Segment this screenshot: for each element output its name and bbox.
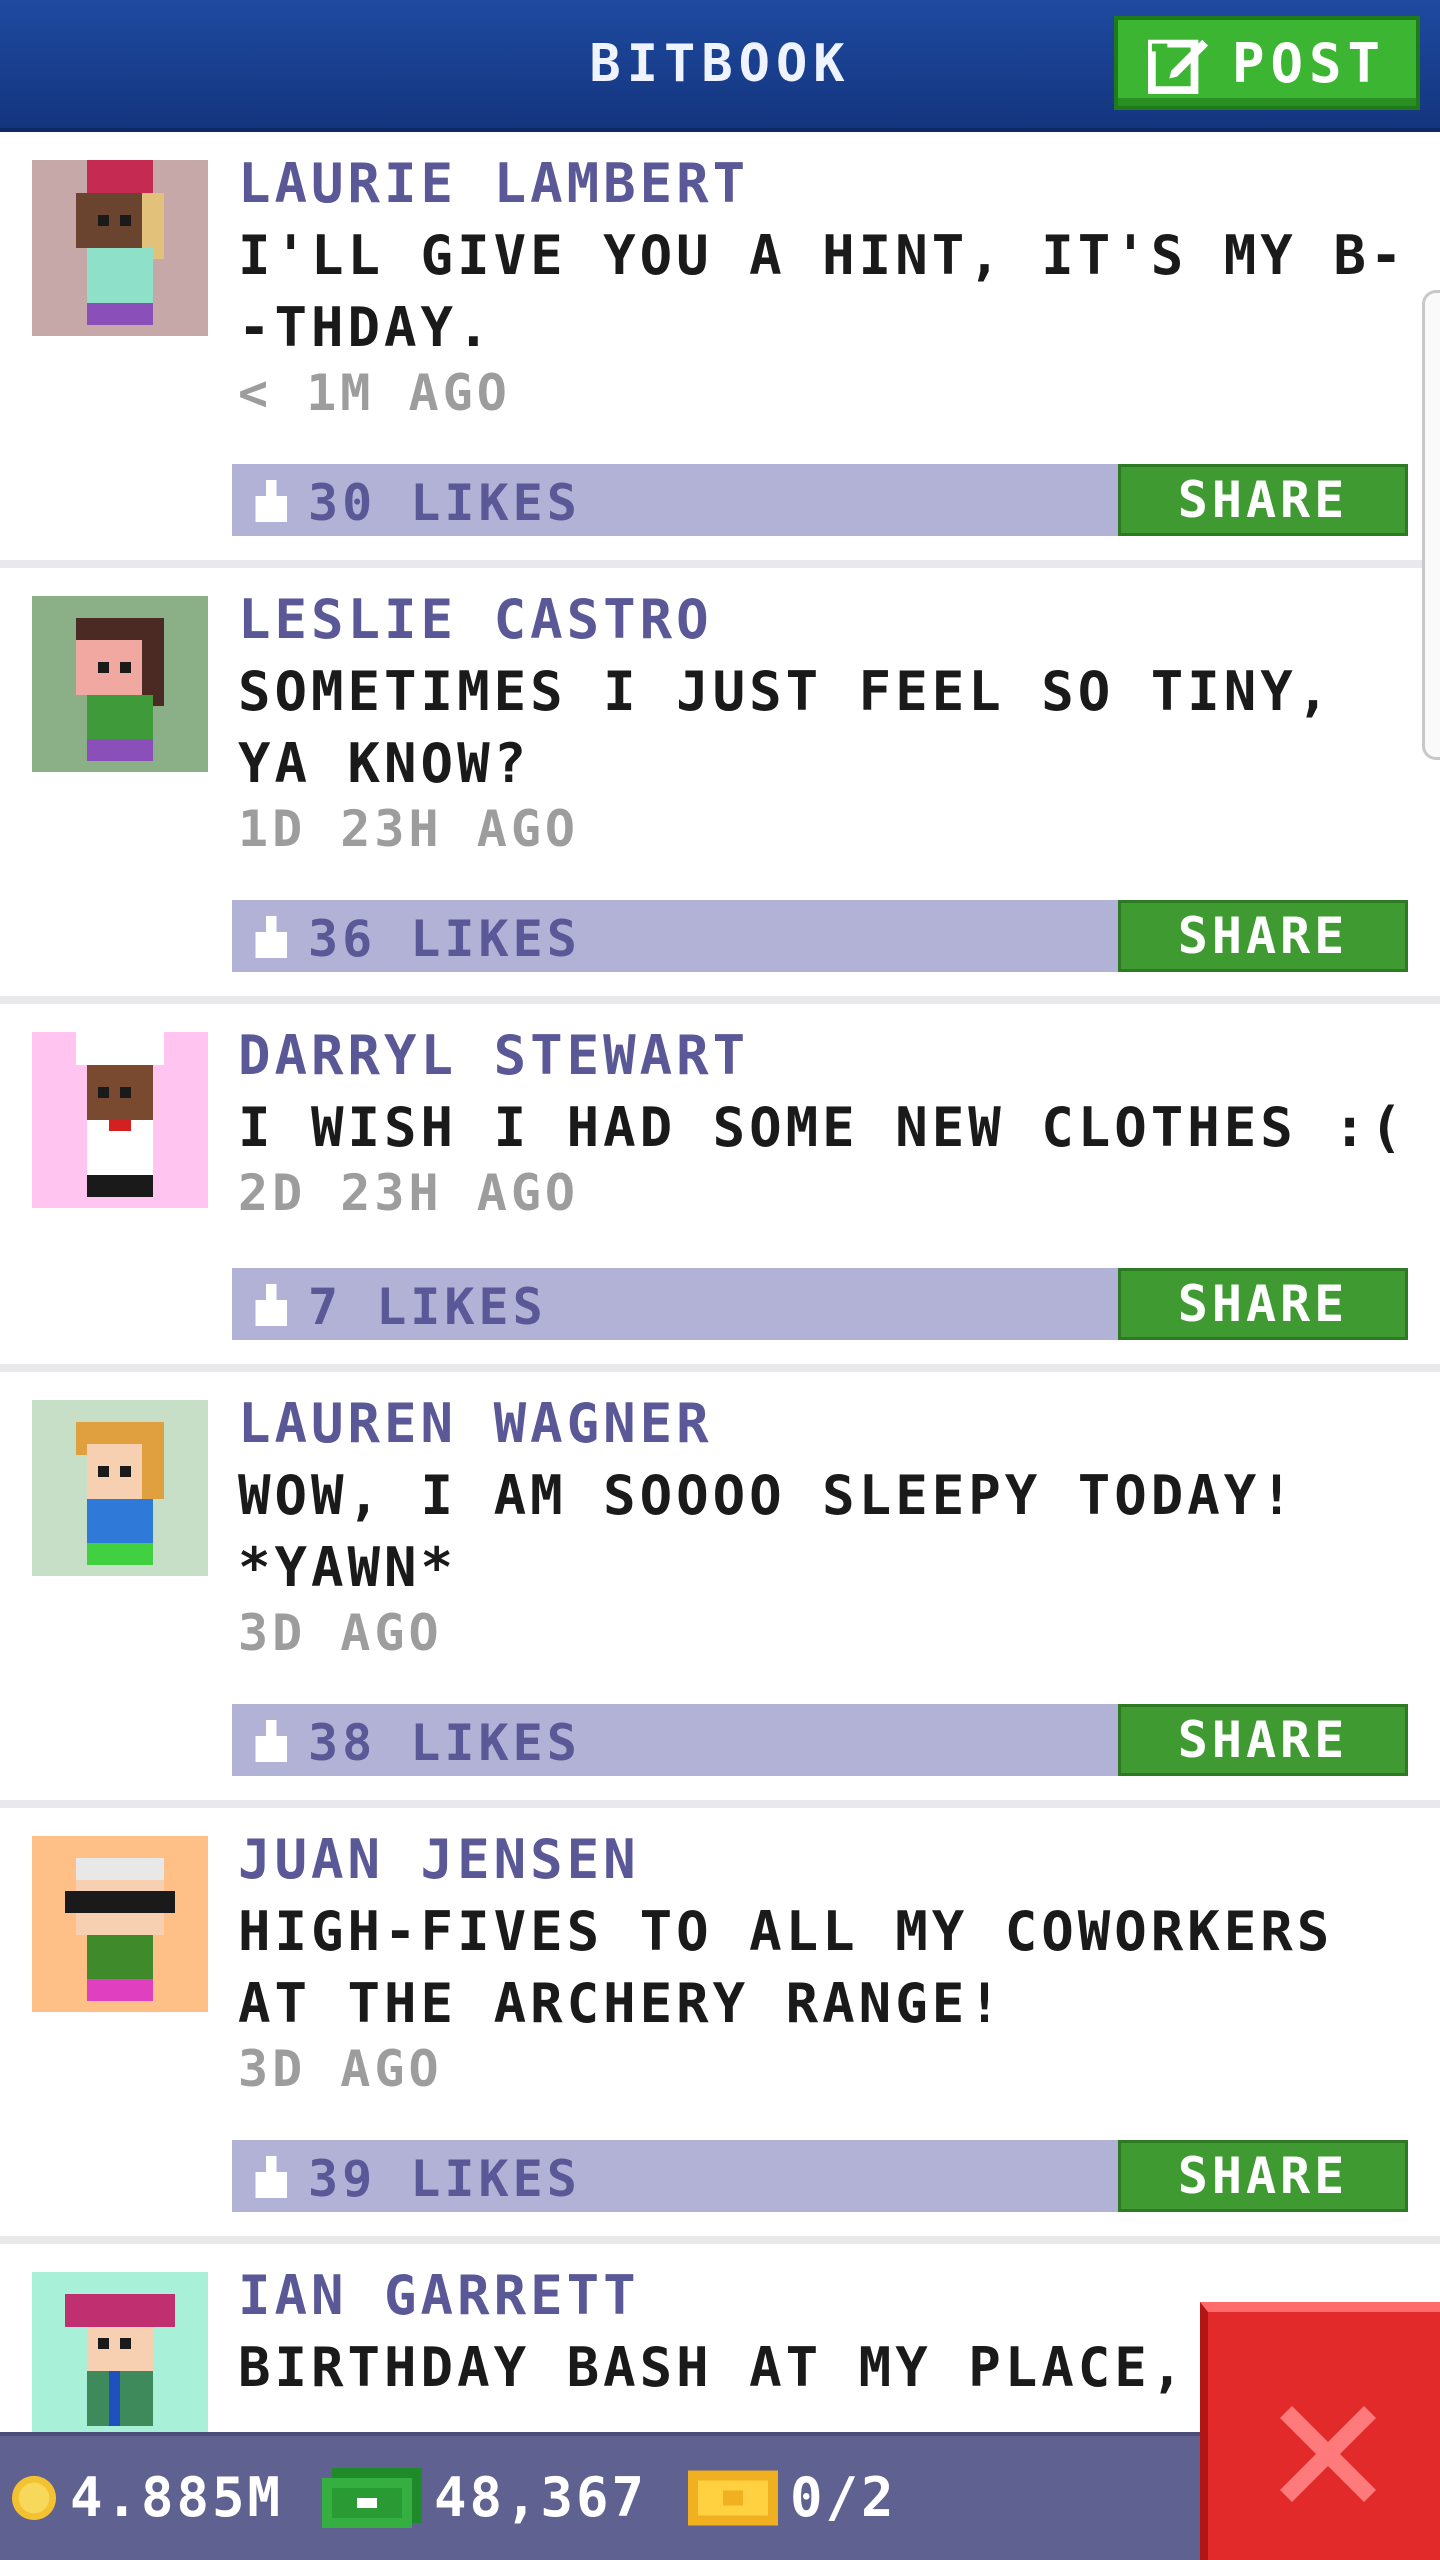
- like-bar[interactable]: 38 LIKES SHARE: [232, 1704, 1408, 1776]
- post-author[interactable]: DARRYL STEWART: [238, 1024, 749, 1087]
- coins-value: 4.885M: [70, 2466, 284, 2529]
- avatar: [32, 1032, 208, 1208]
- close-button[interactable]: [1200, 2302, 1440, 2560]
- top-bar: BITBOOK POST: [0, 0, 1440, 132]
- share-button[interactable]: SHARE: [1118, 1704, 1408, 1776]
- share-button[interactable]: SHARE: [1118, 900, 1408, 972]
- feed-post: JUAN JENSEN HIGH-FIVES TO ALL MY COWORKE…: [0, 1808, 1440, 2244]
- bux-stat: 48,367: [322, 2466, 647, 2529]
- post-time: < 1M AGO: [238, 364, 511, 422]
- post-message: HIGH-FIVES TO ALL MY COWORKERS AT THE AR…: [238, 1900, 1334, 2035]
- thumbs-up-icon: [255, 916, 287, 958]
- share-button[interactable]: SHARE: [1118, 1268, 1408, 1340]
- bux-value: 48,367: [434, 2466, 648, 2529]
- avatar: [32, 1400, 208, 1576]
- post-author[interactable]: JUAN JENSEN: [238, 1828, 640, 1891]
- like-count: 38 LIKES: [308, 1714, 581, 1772]
- thumbs-up-icon: [255, 480, 287, 522]
- ticket-icon: [688, 2470, 778, 2525]
- post-time: 1D 23H AGO: [238, 800, 580, 858]
- post-author[interactable]: IAN GARRETT: [238, 2264, 640, 2327]
- thumbs-up-icon: [255, 1720, 287, 1762]
- like-count: 7 LIKES: [308, 1278, 547, 1336]
- feed-post: LESLIE CASTRO SOMETIMES I JUST FEEL SO T…: [0, 568, 1440, 1004]
- feed-post: LAUREN WAGNER WOW, I AM SOOOO SLEEPY TOD…: [0, 1372, 1440, 1808]
- avatar: [32, 596, 208, 772]
- post-author[interactable]: LAUREN WAGNER: [238, 1392, 713, 1455]
- post-time: 3D AGO: [238, 2040, 443, 2098]
- like-count: 39 LIKES: [308, 2150, 581, 2208]
- thumbs-up-icon: [255, 2156, 287, 2198]
- coins-stat: 4.885M: [10, 2466, 283, 2529]
- bux-icon: [322, 2467, 422, 2528]
- post-button[interactable]: POST: [1114, 16, 1420, 110]
- like-count: 30 LIKES: [308, 474, 581, 532]
- avatar: [32, 160, 208, 336]
- post-message: I'LL GIVE YOU A HINT, IT'S MY B--THDAY.: [238, 224, 1407, 359]
- post-button-label: POST: [1231, 31, 1387, 95]
- close-icon: [1280, 2406, 1376, 2502]
- post-message: SOMETIMES I JUST FEEL SO TINY, YA KNOW?: [238, 660, 1334, 795]
- post-time: 2D 23H AGO: [238, 1164, 580, 1222]
- thumbs-up-icon: [255, 1284, 287, 1326]
- post-author[interactable]: LESLIE CASTRO: [238, 588, 713, 651]
- like-bar[interactable]: 7 LIKES SHARE: [232, 1268, 1408, 1340]
- share-button[interactable]: SHARE: [1118, 2140, 1408, 2212]
- scroll-indicator[interactable]: [1422, 290, 1440, 760]
- feed-post: LAURIE LAMBERT I'LL GIVE YOU A HINT, IT'…: [0, 132, 1440, 568]
- like-bar[interactable]: 30 LIKES SHARE: [232, 464, 1408, 536]
- post-time: 3D AGO: [238, 1604, 443, 1662]
- like-bar[interactable]: 36 LIKES SHARE: [232, 900, 1408, 972]
- tickets-stat: 0/2: [688, 2466, 897, 2529]
- news-feed[interactable]: LAURIE LAMBERT I'LL GIVE YOU A HINT, IT'…: [0, 132, 1440, 2544]
- coin-icon: [11, 2475, 57, 2520]
- like-count: 36 LIKES: [308, 910, 581, 968]
- edit-icon: [1147, 39, 1209, 94]
- post-message: WOW, I AM SOOOO SLEEPY TODAY! *YAWN*: [238, 1464, 1297, 1599]
- like-bar[interactable]: 39 LIKES SHARE: [232, 2140, 1408, 2212]
- share-button[interactable]: SHARE: [1118, 464, 1408, 536]
- avatar: [32, 2272, 208, 2448]
- post-author[interactable]: LAURIE LAMBERT: [238, 152, 749, 215]
- tickets-value: 0/2: [790, 2466, 897, 2529]
- avatar: [32, 1836, 208, 2012]
- post-message: I WISH I HAD SOME NEW CLOTHES :(: [238, 1096, 1407, 1159]
- feed-post: DARRYL STEWART I WISH I HAD SOME NEW CLO…: [0, 1004, 1440, 1372]
